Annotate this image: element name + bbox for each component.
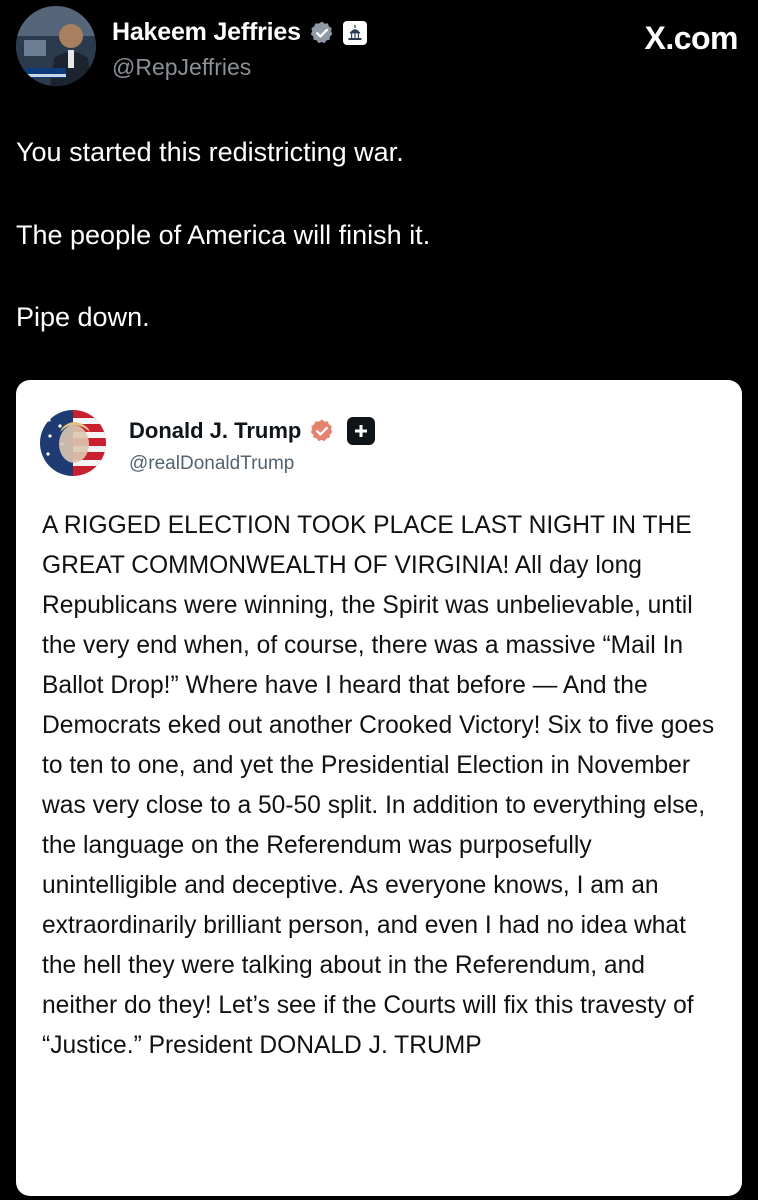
quoted-post-card[interactable]: Donald J. Trump @realDonaldTrump A RIGGE… xyxy=(16,380,742,1196)
post-line: Pipe down. xyxy=(16,302,150,332)
quoted-author-name-row: Donald J. Trump xyxy=(129,417,376,445)
verified-badge-icon xyxy=(309,418,335,444)
plus-icon xyxy=(347,417,376,445)
author-handle[interactable]: @RepJeffries xyxy=(112,54,251,81)
capitol-building-icon xyxy=(342,20,367,45)
post-screenshot: Hakeem Jeffries @RepJeffries X.com You s… xyxy=(0,0,758,1200)
author-name[interactable]: Hakeem Jeffries xyxy=(112,18,301,47)
quoted-author-handle[interactable]: @realDonaldTrump xyxy=(129,453,294,475)
verified-badge-icon xyxy=(309,20,335,46)
author-name-row: Hakeem Jeffries xyxy=(112,18,367,47)
quoted-author-name[interactable]: Donald J. Trump xyxy=(129,418,301,444)
author-avatar[interactable] xyxy=(16,6,96,86)
post-line: You started this redistricting war. xyxy=(16,137,404,167)
x-watermark: X.com xyxy=(644,20,738,56)
post-line: The people of America will finish it. xyxy=(16,220,431,250)
quoted-post-text: A RIGGED ELECTION TOOK PLACE LAST NIGHT … xyxy=(42,512,715,1059)
post-header: Hakeem Jeffries @RepJeffries X.com xyxy=(16,6,738,88)
quoted-author-avatar[interactable] xyxy=(40,410,106,476)
